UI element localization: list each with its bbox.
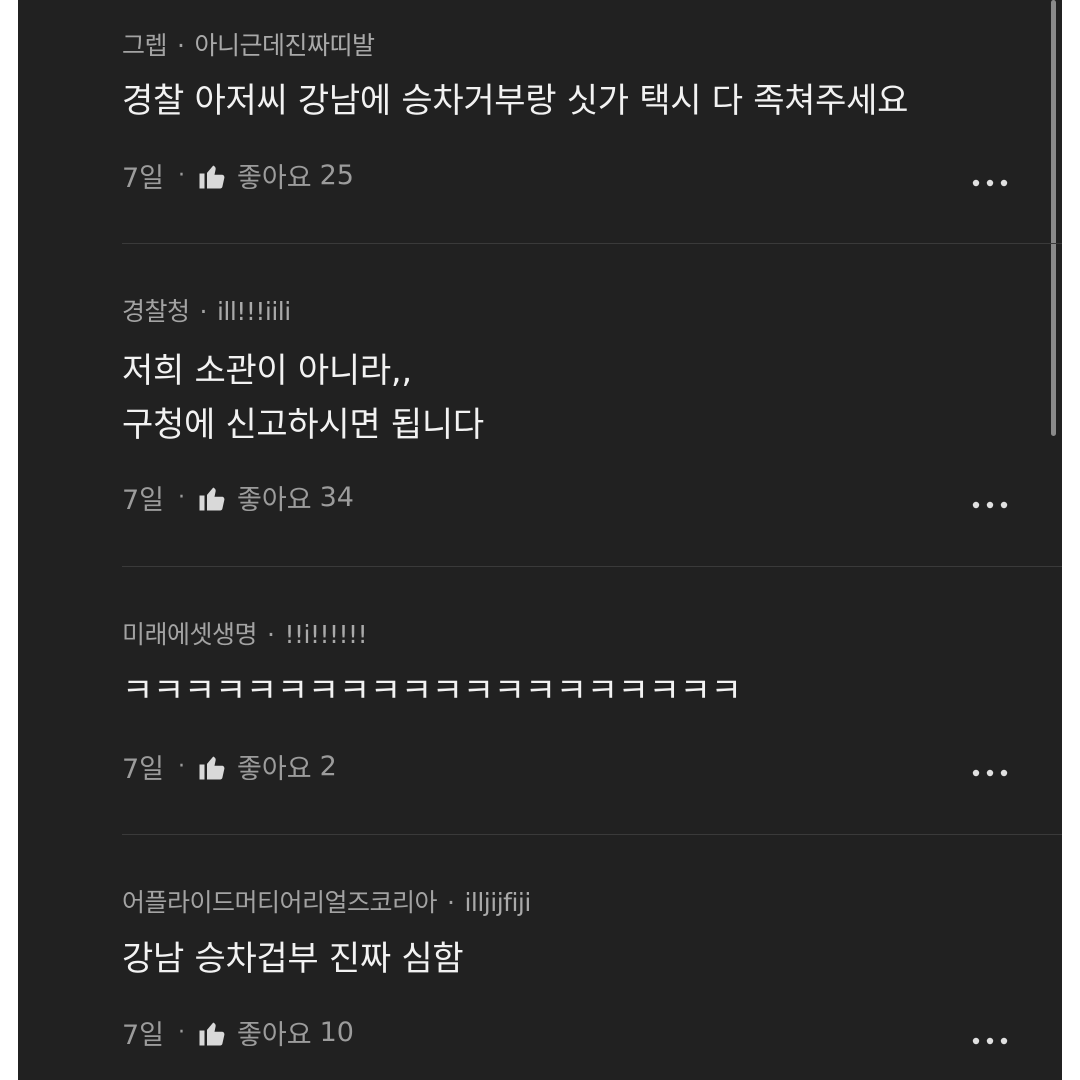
comment-age: 7일	[122, 754, 165, 785]
comment-handle: illjijfiji	[464, 888, 531, 917]
meta-separator: ·	[178, 754, 186, 779]
comment-body: 경찰 아저씨 강남에 승차거부랑 싯가 택시 다 족쳐주세요	[122, 74, 908, 128]
comment-divider	[122, 834, 1062, 835]
comment-age: 7일	[122, 485, 165, 516]
comment-actions: 7일 · 좋아요 34	[122, 478, 354, 517]
likes-label: 좋아요	[237, 754, 312, 785]
comment-list-panel: 그렙 · 아니근데진짜띠발 경찰 아저씨 강남에 승차거부랑 싯가 택시 다 족쳐주…	[18, 0, 1062, 1080]
comment-handle: 아니근데진짜띠발	[194, 31, 375, 60]
more-options-icon[interactable]	[970, 1034, 1010, 1048]
meta-separator: ·	[178, 1020, 186, 1045]
comment-line: ㅋㅋㅋㅋㅋㅋㅋㅋㅋㅋㅋㅋㅋㅋㅋㅋㅋㅋㅋㅋ	[122, 671, 742, 711]
comment-author[interactable]: 경찰청	[122, 297, 190, 326]
comment-body: 저희 소관이 아니라,, 구청에 신고하시면 됩니다	[122, 344, 484, 452]
comment-actions: 7일 · 좋아요 2	[122, 747, 337, 786]
comment-meta: 경찰청 · ill!!!iili	[122, 292, 291, 328]
meta-separator: ·	[199, 297, 208, 326]
meta-separator: ·	[178, 163, 186, 188]
comment-author[interactable]: 그렙	[122, 31, 168, 60]
comment-actions: 7일 · 좋아요 10	[122, 1013, 354, 1052]
comment-line: 강남 승차겁부 진짜 심함	[122, 939, 464, 979]
comment-line: 구청에 신고하시면 됩니다	[122, 405, 484, 445]
comment-actions: 7일 · 좋아요 25	[122, 156, 354, 195]
comment-author[interactable]: 어플라이드머티어리얼즈코리아	[122, 888, 438, 917]
comment-divider	[122, 243, 1062, 244]
comment-handle: ill!!!iili	[216, 297, 291, 326]
more-options-icon[interactable]	[970, 176, 1010, 190]
more-options-icon[interactable]	[970, 766, 1010, 780]
meta-separator: ·	[177, 31, 185, 60]
likes-label: 좋아요	[237, 485, 312, 516]
scrollbar[interactable]	[1051, 0, 1056, 436]
comment-divider	[122, 566, 1062, 567]
thumbs-up-icon[interactable]	[197, 752, 227, 782]
comment-meta: 미래에셋생명 · !!i!!!!!!	[122, 615, 368, 651]
thumbs-up-icon[interactable]	[197, 483, 227, 513]
comment-meta: 어플라이드머티어리얼즈코리아 · illjijfiji	[122, 883, 531, 919]
comment-body: ㅋㅋㅋㅋㅋㅋㅋㅋㅋㅋㅋㅋㅋㅋㅋㅋㅋㅋㅋㅋ	[122, 664, 742, 718]
likes-label: 좋아요	[237, 163, 312, 194]
comment-handle: !!i!!!!!!	[284, 620, 368, 649]
more-options-icon[interactable]	[970, 498, 1010, 512]
thumbs-up-icon[interactable]	[197, 1018, 227, 1048]
meta-separator: ·	[447, 888, 455, 917]
likes-count: 10	[319, 1017, 354, 1048]
likes-count: 2	[319, 751, 337, 782]
comment-age: 7일	[122, 163, 165, 194]
comment-age: 7일	[122, 1020, 165, 1051]
comment-line: 경찰 아저씨 강남에 승차거부랑 싯가 택시 다 족쳐주세요	[122, 81, 909, 121]
meta-separator: ·	[267, 620, 275, 649]
likes-count: 34	[319, 482, 354, 513]
likes-count: 25	[319, 160, 354, 191]
comment-author[interactable]: 미래에셋생명	[122, 620, 258, 649]
comment-meta: 그렙 · 아니근데진짜띠발	[122, 26, 375, 62]
comment-line: 저희 소관이 아니라,,	[122, 351, 412, 391]
comment-body: 강남 승차겁부 진짜 심함	[122, 932, 464, 986]
thumbs-up-icon[interactable]	[197, 161, 227, 191]
meta-separator: ·	[178, 485, 186, 510]
likes-label: 좋아요	[237, 1020, 312, 1051]
